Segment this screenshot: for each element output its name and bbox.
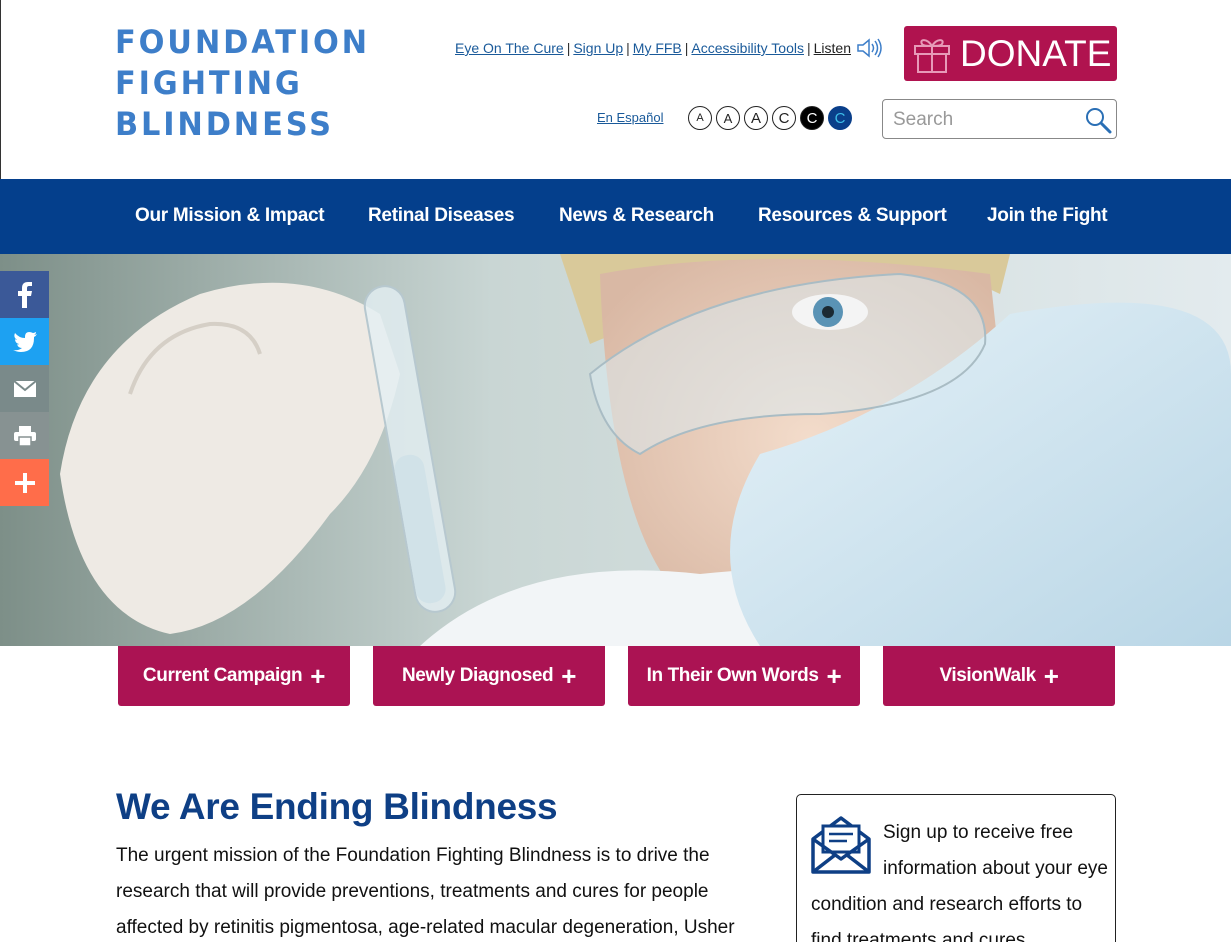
twitter-share-button[interactable] [0, 318, 49, 365]
plus-icon: + [310, 661, 326, 691]
mission-paragraph: The urgent mission of the Foundation Fig… [116, 845, 735, 938]
current-campaign-label: Current Campaign [142, 665, 303, 686]
text-size-large-toggle[interactable]: A [744, 106, 768, 130]
separator: | [806, 40, 811, 56]
twitter-icon [12, 331, 37, 352]
search-box [882, 99, 1117, 139]
signup-text: Sign up to receive free information abou… [811, 822, 1108, 942]
en-espanol-link[interactable]: En Español [597, 110, 664, 125]
nav-item-news-research[interactable]: News & Research [559, 205, 714, 227]
text-size-medium-toggle[interactable]: A [716, 106, 740, 130]
contrast-default-toggle[interactable]: C [772, 106, 796, 130]
nav-item-retinal-diseases[interactable]: Retinal Diseases [368, 205, 515, 227]
my-ffb-link[interactable]: My FFB [633, 40, 682, 56]
print-button[interactable] [0, 412, 49, 459]
in-their-own-words-button[interactable]: In Their Own Words + [628, 646, 860, 706]
speaker-icon[interactable] [856, 38, 884, 58]
contrast-dark-toggle[interactable]: C [800, 106, 824, 130]
newly-diagnosed-label: Newly Diagnosed [401, 665, 554, 686]
newly-diagnosed-button[interactable]: Newly Diagnosed + [373, 646, 605, 706]
text-size-small-toggle[interactable]: A [688, 106, 712, 130]
main-nav: Our Mission & Impact Retinal Diseases Ne… [0, 179, 1231, 254]
logo-line-3: BLINDNESS [115, 105, 334, 143]
facebook-icon [17, 281, 32, 308]
logo-line-1: FOUNDATION [115, 23, 370, 61]
accessibility-tools-link[interactable]: Accessibility Tools [691, 40, 804, 56]
email-icon [13, 380, 36, 397]
hero-illustration [0, 254, 1231, 646]
visionwalk-button[interactable]: VisionWalk + [883, 646, 1115, 706]
text-size-contrast-toggles: A A A C C C [688, 106, 852, 130]
page-title: We Are Ending Blindness [116, 786, 558, 827]
print-icon [13, 425, 36, 446]
donate-label: DONATE [960, 33, 1112, 74]
separator: | [566, 40, 571, 56]
facebook-share-button[interactable] [0, 271, 49, 318]
in-their-own-words-label: In Their Own Words [646, 665, 819, 686]
plus-icon: + [561, 661, 577, 691]
email-share-button[interactable] [0, 365, 49, 412]
sign-up-link[interactable]: Sign Up [573, 40, 623, 56]
nav-item-join-the-fight[interactable]: Join the Fight [987, 205, 1108, 227]
signup-card[interactable]: Sign up to receive free information abou… [796, 794, 1116, 942]
ffb-logo[interactable]: FOUNDATION FIGHTING BLINDNESS [115, 22, 370, 145]
site-header: FOUNDATION FIGHTING BLINDNESS Eye On The… [0, 0, 1231, 179]
plus-icon: + [1043, 661, 1059, 691]
eye-on-the-cure-link[interactable]: Eye On The Cure [455, 40, 564, 56]
search-input[interactable] [893, 106, 1083, 134]
plus-icon: + [826, 661, 842, 691]
gift-icon [914, 39, 950, 73]
plus-icon [14, 472, 35, 493]
utility-links: Eye On The Cure | Sign Up | My FFB | Acc… [455, 38, 884, 58]
separator: | [626, 40, 630, 56]
listen-link[interactable]: Listen [814, 40, 851, 56]
logo-line-2: FIGHTING [115, 64, 303, 102]
contrast-blue-toggle[interactable]: C [828, 106, 852, 130]
current-campaign-button[interactable]: Current Campaign + [118, 646, 350, 706]
nav-item-our-mission[interactable]: Our Mission & Impact [135, 205, 325, 227]
more-share-button[interactable] [0, 459, 49, 506]
hero-image [0, 254, 1231, 646]
donate-button[interactable]: DONATE [904, 26, 1117, 81]
search-icon[interactable] [1084, 106, 1112, 134]
nav-item-resources-support[interactable]: Resources & Support [758, 205, 947, 227]
visionwalk-label: VisionWalk [939, 665, 1036, 686]
separator: | [684, 40, 689, 56]
social-share-bar [0, 271, 49, 506]
